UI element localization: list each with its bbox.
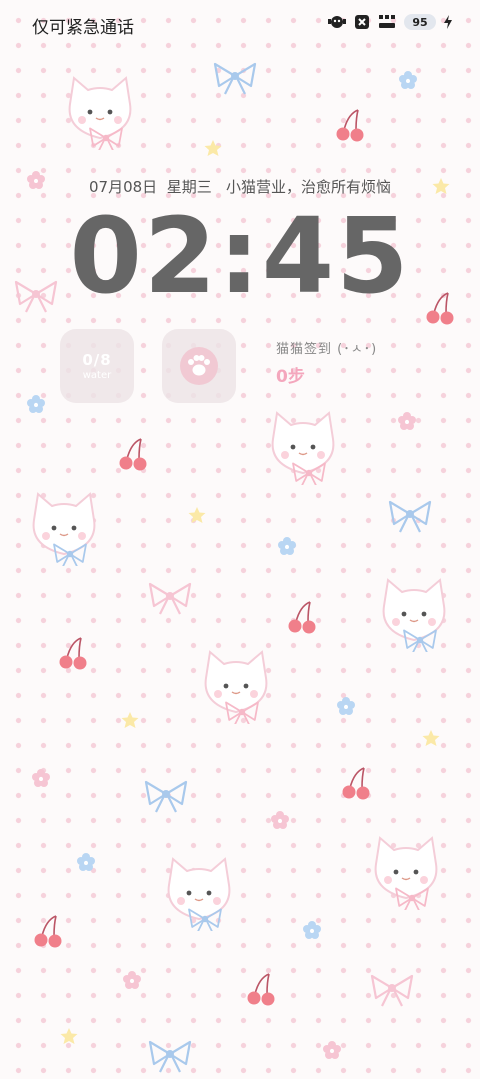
wallpaper-flower-icon bbox=[399, 71, 417, 89]
date-line: 07月08日 星期三 小猫营业，治愈所有烦恼 bbox=[88, 178, 392, 196]
wallpaper-star-icon bbox=[188, 507, 206, 523]
wallpaper-cherry-icon bbox=[58, 637, 88, 671]
sign-in-title[interactable]: 猫猫签到 (･ㅅ･) bbox=[276, 338, 377, 357]
wallpaper-flower-icon bbox=[323, 1041, 341, 1059]
wallpaper-cat-icon bbox=[374, 837, 438, 910]
paw-badge bbox=[180, 347, 218, 385]
wallpaper-cat-icon bbox=[68, 77, 132, 150]
wallpaper-bow-icon bbox=[148, 1040, 192, 1074]
close-box-icon bbox=[354, 14, 370, 30]
water-count: 0/8 bbox=[82, 351, 112, 369]
carrier-text: 仅可紧急通话 bbox=[32, 18, 134, 38]
wallpaper-flower-icon bbox=[278, 537, 296, 555]
wallpaper-cat-icon bbox=[204, 651, 268, 724]
paw-widget[interactable] bbox=[162, 329, 236, 403]
wallpaper-flower-icon bbox=[271, 811, 289, 829]
paw-icon bbox=[188, 355, 210, 376]
wallpaper-cat-icon bbox=[271, 412, 335, 485]
battery-level: 95 bbox=[412, 15, 428, 29]
wallpaper-cat-icon bbox=[382, 579, 446, 652]
charging-icon bbox=[444, 15, 452, 29]
wallpaper-flower-icon bbox=[337, 697, 355, 715]
status-bar: 仅可紧急通话 95 bbox=[0, 0, 480, 48]
wallpaper-flower-icon bbox=[303, 921, 321, 939]
wallpaper-bow-icon bbox=[370, 974, 414, 1008]
wallpaper-star-icon bbox=[60, 1028, 78, 1044]
wallpaper-cherry-icon bbox=[246, 973, 276, 1007]
wallpaper-bow-icon bbox=[148, 582, 192, 616]
app-notification-icon bbox=[328, 14, 346, 30]
step-count: 0步 bbox=[276, 367, 305, 387]
wallpaper-cherry-icon bbox=[118, 438, 148, 472]
water-label: water bbox=[82, 370, 112, 381]
wallpaper-flower-icon bbox=[27, 395, 45, 413]
wallpaper-flower-icon bbox=[32, 769, 50, 787]
wallpaper-cat-icon bbox=[167, 858, 231, 931]
wallpaper-bow-icon bbox=[388, 500, 432, 534]
status-icons: 95 bbox=[328, 14, 452, 30]
wallpaper-star-icon bbox=[204, 140, 222, 156]
wallpaper-bow-icon bbox=[213, 62, 257, 96]
wallpaper-flower-icon bbox=[123, 971, 141, 989]
battery-icon: 95 bbox=[404, 14, 436, 30]
wallpaper-cherry-icon bbox=[33, 915, 63, 949]
wallpaper-cherry-icon bbox=[287, 601, 317, 635]
wallpaper-star-icon bbox=[121, 712, 139, 728]
wallpaper-cherry-icon bbox=[335, 109, 365, 143]
wallpaper-flower-icon bbox=[398, 412, 416, 430]
wallpaper-cat-icon bbox=[32, 493, 96, 566]
clock-time: 02:45 bbox=[69, 195, 411, 317]
water-widget[interactable]: 0/8 water bbox=[60, 329, 134, 403]
wallpaper-star-icon bbox=[422, 730, 440, 746]
wallpaper-flower-icon bbox=[77, 853, 95, 871]
cute-app-icon bbox=[378, 14, 396, 30]
wallpaper-bow-icon bbox=[144, 780, 188, 814]
wallpaper-cherry-icon bbox=[341, 767, 371, 801]
